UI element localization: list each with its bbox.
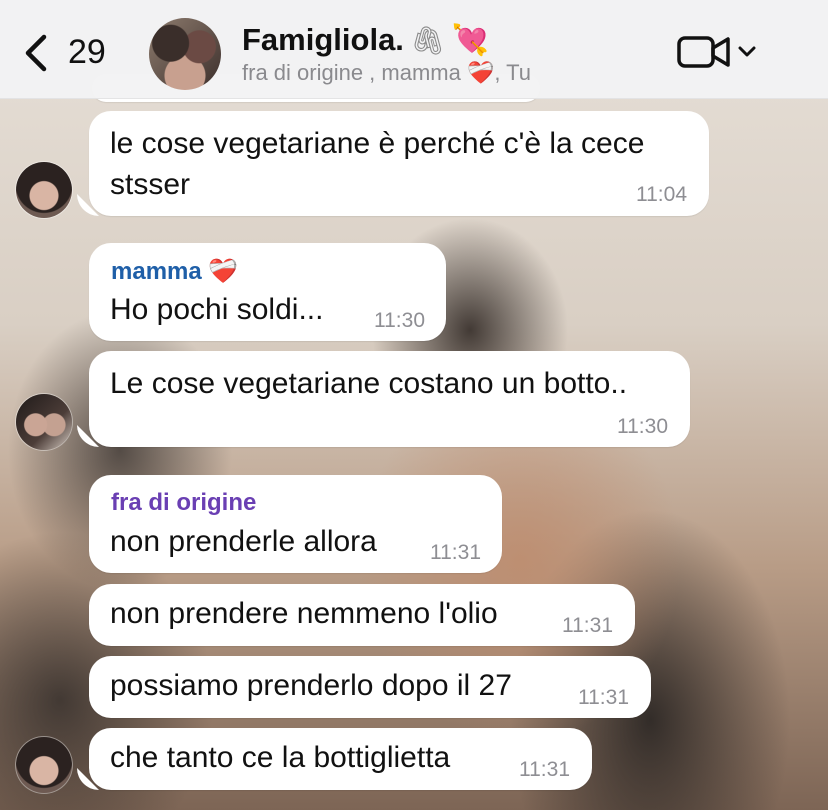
message-text: Ho pochi soldi...	[110, 293, 324, 326]
message-time: 11:31	[519, 758, 570, 781]
paperclip-icon: 🖇	[409, 24, 446, 56]
message-text: stsser	[110, 168, 191, 201]
chat-participants[interactable]: fra di origine , mamma ❤️‍🩹, Tu	[242, 60, 531, 86]
message-bubble[interactable]: le cose vegetariane è perché c'è la cece…	[89, 111, 709, 216]
unread-count[interactable]: 29	[68, 32, 106, 72]
message-text: le cose vegetariane è perché c'è la cece	[110, 127, 645, 160]
chat-title[interactable]: Famigliola. 🖇 💘	[242, 22, 489, 58]
message-text: Le cose vegetariane costano un botto..	[110, 367, 628, 400]
message-bubble[interactable]: che tanto ce la bottiglietta 11:31	[89, 728, 592, 790]
message-time: 11:31	[562, 614, 613, 637]
sender-avatar[interactable]	[16, 162, 72, 218]
message-bubble[interactable]: non prendere nemmeno l'olio 11:31	[89, 584, 635, 646]
back-button[interactable]	[22, 30, 62, 76]
message-text: che tanto ce la bottiglietta	[110, 741, 451, 774]
chevron-left-icon	[25, 34, 47, 72]
message-bubble[interactable]: mamma ❤️‍🩹 Ho pochi soldi... 11:30	[89, 243, 446, 341]
sender-name[interactable]: fra di origine	[111, 489, 256, 517]
group-avatar[interactable]	[149, 18, 221, 90]
video-camera-icon	[677, 36, 730, 68]
message-time: 11:30	[617, 415, 668, 438]
message-text: non prenderle allora	[110, 525, 377, 558]
message-bubble[interactable]: fra di origine non prenderle allora 11:3…	[89, 475, 502, 573]
message-time: 11:31	[578, 686, 629, 709]
message-bubble[interactable]: Le cose vegetariane costano un botto.. 1…	[89, 351, 690, 447]
sender-name[interactable]: mamma ❤️‍🩹	[111, 257, 238, 286]
message-bubble[interactable]: possiamo prenderlo dopo il 27 11:31	[89, 656, 651, 718]
message-text: possiamo prenderlo dopo il 27	[110, 669, 512, 702]
chat-title-text: Famigliola.	[242, 22, 404, 57]
message-time: 11:04	[636, 183, 687, 206]
sender-avatar[interactable]	[16, 394, 72, 450]
sender-avatar[interactable]	[16, 737, 72, 793]
message-time: 11:31	[430, 541, 481, 564]
video-call-button[interactable]	[676, 30, 766, 74]
message-text: non prendere nemmeno l'olio	[110, 597, 498, 630]
heart-arrow-icon: 💘	[451, 23, 489, 57]
chevron-down-icon	[738, 46, 756, 57]
message-time: 11:30	[374, 309, 425, 332]
chat-header: 29 Famigliola. 🖇 💘 fra di origine , mamm…	[0, 0, 828, 99]
